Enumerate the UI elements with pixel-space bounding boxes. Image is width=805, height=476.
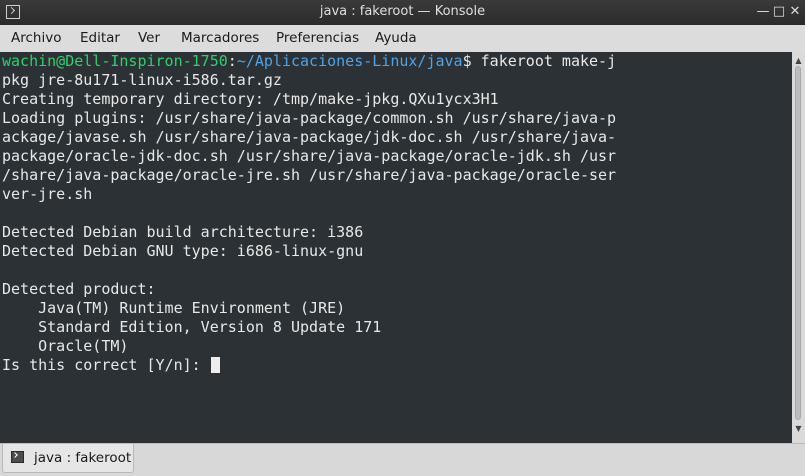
output-line: Java(TM) Runtime Environment (JRE) [2,299,346,317]
menu-marcadores[interactable]: Marcadores [181,30,259,46]
scroll-up-icon[interactable]: ▲ [794,56,803,65]
terminal-icon [11,451,24,463]
output-line: /share/java-package/oracle-jre.sh /usr/s… [2,166,617,184]
menu-preferencias[interactable]: Preferencias [276,30,359,46]
output-line: Detected product: [2,280,156,298]
menu-archivo[interactable]: Archivo [11,30,61,46]
output-line: ackage/javase.sh /usr/share/java-package… [2,128,617,146]
title-bar[interactable]: java : fakeroot — Konsole — □ ✕ [0,0,805,25]
menu-bar: Archivo Editar Ver Marcadores Preferenci… [0,25,805,51]
confirm-prompt: Is this correct [Y/n]: [2,356,210,374]
close-icon[interactable]: ✕ [787,4,803,20]
output-line: pkg jre-8u171-linux-i586.tar.gz [2,71,282,89]
output-line: ver-jre.sh [2,185,93,203]
terminal-output[interactable]: wachin@Dell-Inspiron-1750:~/Aplicaciones… [0,52,792,443]
output-line: Detected Debian GNU type: i686-linux-gnu [2,242,364,260]
vertical-scrollbar[interactable]: ▲ ▼ [792,52,805,443]
prompt-path: ~/Aplicaciones-Linux/java [236,52,463,70]
tab-java-fakeroot[interactable]: java : fakeroot [2,444,134,473]
output-line: Standard Edition, Version 8 Update 171 [2,318,382,336]
minimize-icon[interactable]: — [755,4,771,20]
prompt-colon: : [227,52,237,70]
output-line: Loading plugins: /usr/share/java-package… [2,109,617,127]
tab-bar: java : fakeroot [0,443,805,476]
scroll-down-icon[interactable]: ▼ [794,424,803,433]
konsole-window: java : fakeroot — Konsole — □ ✕ Archivo … [0,0,805,476]
terminal-text: wachin@Dell-Inspiron-1750:~/Aplicaciones… [0,52,792,375]
maximize-icon[interactable]: □ [771,4,787,20]
prompt-user: wachin@Dell-Inspiron-1750 [2,52,228,70]
output-line: package/oracle-jdk-doc.sh /usr/share/jav… [2,147,617,165]
output-line: Oracle(TM) [2,337,129,355]
command-text: fakeroot make-j [480,52,617,70]
prompt-line: wachin@Dell-Inspiron-1750:~/Aplicaciones… [2,52,616,70]
menu-editar[interactable]: Editar [80,30,120,46]
prompt-dollar: $ [462,52,481,70]
question-line: Is this correct [Y/n]: [2,356,220,374]
output-line: Detected Debian build architecture: i386 [2,223,364,241]
menu-ver[interactable]: Ver [138,30,160,46]
text-cursor[interactable] [210,357,220,373]
scrollbar-thumb[interactable] [795,66,801,420]
window-title: java : fakeroot — Konsole [319,4,486,19]
output-line: Creating temporary directory: /tmp/make-… [2,90,499,108]
tab-label: java : fakeroot [34,450,132,466]
menu-ayuda[interactable]: Ayuda [375,30,417,46]
